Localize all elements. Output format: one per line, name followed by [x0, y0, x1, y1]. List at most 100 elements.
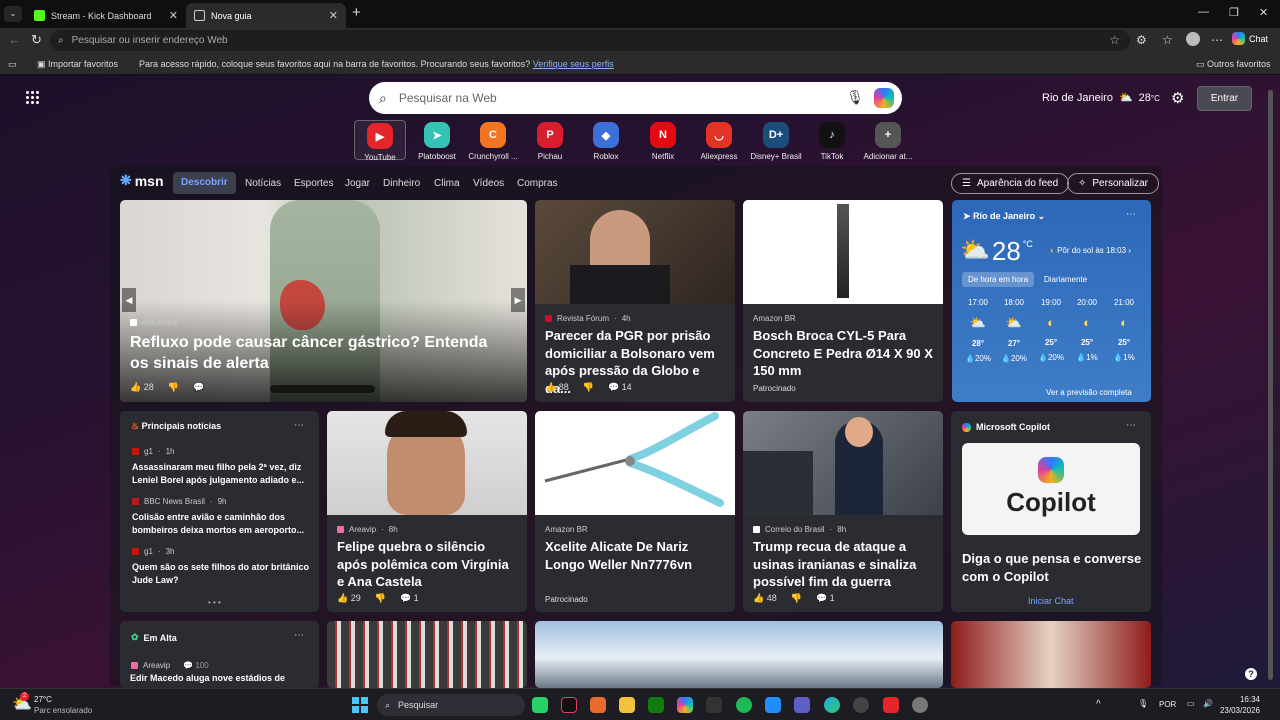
- tab-videos[interactable]: Vídeos: [473, 178, 504, 189]
- refresh-button[interactable]: ↻: [31, 32, 42, 48]
- app-icon[interactable]: [706, 697, 722, 713]
- tab-hourly[interactable]: De hora em hora: [962, 272, 1034, 287]
- copilot-more-icon[interactable]: ⋯: [1126, 420, 1136, 431]
- personalize-button[interactable]: ✧ Personalizar: [1067, 173, 1159, 194]
- close-tab-icon[interactable]: ✕: [329, 9, 338, 22]
- network-icon[interactable]: ▭: [1187, 699, 1195, 708]
- tab-daily[interactable]: Diariamente: [1044, 275, 1087, 284]
- start-chat-link[interactable]: Iniciar Chat: [1028, 596, 1074, 606]
- tab-descobrir[interactable]: Descobrir: [173, 172, 236, 194]
- clock-date[interactable]: 23/03/2026: [1212, 706, 1260, 715]
- back-button[interactable]: ←: [8, 32, 21, 47]
- favorites-icon[interactable]: ☆: [1162, 33, 1173, 47]
- tray-overflow-icon[interactable]: ^: [1096, 699, 1101, 710]
- address-bar[interactable]: ⌕ Pesquisar ou inserir endereço Web ☆: [50, 30, 1130, 51]
- like-button[interactable]: 👍 28: [130, 382, 154, 393]
- sponsored-card-bosch[interactable]: Amazon BR Bosch Broca CYL-5 Para Concret…: [743, 200, 943, 402]
- article-headline[interactable]: Bosch Broca CYL-5 Para Concreto E Pedra …: [753, 327, 935, 380]
- profile-avatar[interactable]: [1186, 32, 1200, 46]
- list-item[interactable]: g1 · 1h Assassinaram meu filho pela 2ª vez…: [132, 447, 312, 487]
- tab-compras[interactable]: Compras: [517, 178, 558, 189]
- news-card-pgr[interactable]: Revista Fórum · 4h Parecer da PGR por pr…: [535, 200, 735, 402]
- tab-jogar[interactable]: Jogar: [345, 178, 370, 189]
- hourly-forecast[interactable]: 20:00 ◐ 25° 💧1%: [1072, 298, 1102, 362]
- trending-headline[interactable]: Edir Macedo aluga nove estádios de: [130, 673, 310, 683]
- quick-link-adicionar-at[interactable]: + Adicionar at...: [862, 120, 914, 161]
- quick-link-pichau[interactable]: P Pichau: [524, 120, 576, 161]
- import-favorites-button[interactable]: ▣ Importar favoritos: [37, 59, 118, 70]
- sunset-info[interactable]: ◐ Pôr do sol às 18:03 ›: [1050, 246, 1131, 255]
- favorite-star-icon[interactable]: ☆: [1109, 33, 1120, 47]
- quick-link-platoboost[interactable]: ➤ Platoboost: [411, 120, 463, 161]
- like-button[interactable]: 👍 88: [545, 382, 569, 393]
- clock-time[interactable]: 16:34: [1224, 695, 1260, 704]
- dislike-button[interactable]: 👎: [583, 382, 594, 393]
- app-icon[interactable]: [853, 697, 869, 713]
- dislike-button[interactable]: 👎: [375, 593, 386, 604]
- settings-gear-icon[interactable]: ⚙: [1171, 89, 1184, 107]
- comment-button[interactable]: 💬 14: [608, 382, 632, 393]
- hero-card[interactable]: ◀ ▶ Alto Astral Refluxo pode causar cânc…: [120, 200, 527, 402]
- full-forecast-link[interactable]: Ver a previsão completa: [1046, 388, 1132, 397]
- copilot-banner[interactable]: Copilot: [962, 443, 1140, 535]
- image-card[interactable]: [327, 621, 527, 688]
- comment-button[interactable]: 💬 1: [816, 593, 835, 604]
- pagination-dots[interactable]: • • •: [208, 598, 221, 607]
- microphone-icon[interactable]: 🎙: [846, 89, 864, 106]
- news-card-felipe[interactable]: Areavip · 8h Felipe quebra o silêncio apó…: [327, 411, 527, 612]
- quick-link-aliexpress[interactable]: ◡ Aliexpress: [693, 120, 745, 161]
- image-card[interactable]: [535, 621, 943, 688]
- tab-noticias[interactable]: Notícias: [245, 178, 281, 189]
- weather-summary[interactable]: Rio de Janeiro ⛅ 28°C: [1042, 91, 1160, 105]
- list-item[interactable]: BBC News Brasil · 9h Colisão entre avião e…: [132, 497, 312, 537]
- hourly-forecast[interactable]: 17:00 ⛅ 28° 💧20%: [963, 298, 993, 363]
- youtube-icon[interactable]: [883, 697, 899, 713]
- file-explorer-icon[interactable]: [619, 697, 635, 713]
- carousel-dots[interactable]: [270, 385, 375, 393]
- web-search-box[interactable]: ⌕ Pesquisar na Web 🎙: [369, 82, 902, 114]
- spotify-icon[interactable]: [736, 697, 752, 713]
- news-card-trump[interactable]: Correio do Brasil · 8h Trump recua de ata…: [743, 411, 943, 612]
- microphone-icon[interactable]: 🎙: [1138, 699, 1148, 708]
- taskbar-weather-temp[interactable]: 27°C: [34, 695, 52, 704]
- chat-button[interactable]: Chat: [1232, 32, 1268, 45]
- image-card[interactable]: [951, 621, 1151, 688]
- quick-link-youtube[interactable]: ▶ YouTube: [354, 120, 406, 162]
- quick-link-netflix[interactable]: N Netflix: [637, 120, 689, 161]
- dislike-button[interactable]: 👎: [168, 382, 179, 393]
- other-favorites-button[interactable]: ▭ Outros favoritos: [1196, 59, 1271, 70]
- hourly-forecast[interactable]: 21:00 ◐ 25° 💧1%: [1109, 298, 1139, 362]
- xbox-icon[interactable]: [648, 697, 664, 713]
- like-button[interactable]: 👍 48: [753, 593, 777, 604]
- page-scrollbar[interactable]: [1268, 90, 1273, 680]
- edge-icon[interactable]: [824, 697, 840, 713]
- carousel-next-button[interactable]: ▶: [511, 288, 525, 312]
- quick-link-roblox[interactable]: ◆ Roblox: [580, 120, 632, 161]
- extensions-icon[interactable]: ⚙: [1136, 33, 1147, 47]
- taskbar-search[interactable]: ⌕ Pesquisar: [377, 694, 525, 716]
- article-headline[interactable]: Felipe quebra o silêncio após polêmica c…: [337, 538, 519, 591]
- apps-launcher-icon[interactable]: [26, 91, 39, 104]
- tab-dinheiro[interactable]: Dinheiro: [383, 178, 420, 189]
- teams-icon[interactable]: [794, 697, 810, 713]
- help-icon[interactable]: ?: [1245, 668, 1257, 680]
- close-window-button[interactable]: ✕: [1259, 6, 1268, 19]
- like-button[interactable]: 👍 29: [337, 593, 361, 604]
- hourly-forecast[interactable]: 19:00 ◐ 25° 💧20%: [1036, 298, 1066, 362]
- tab-esportes[interactable]: Esportes: [294, 178, 333, 189]
- comment-button[interactable]: 💬 1: [400, 593, 419, 604]
- start-button[interactable]: [352, 697, 368, 713]
- hourly-forecast[interactable]: 18:00 ⛅ 27° 💧20%: [999, 298, 1029, 363]
- language-indicator[interactable]: POR: [1159, 700, 1176, 709]
- settings-icon[interactable]: [912, 697, 928, 713]
- tab-kick-dashboard[interactable]: Stream - Kick Dashboard ✕: [26, 3, 186, 28]
- more-menu-icon[interactable]: ⋯: [1211, 33, 1223, 47]
- weather-card-location[interactable]: ➤ Rio de Janeiro ⌄: [963, 211, 1045, 222]
- tiktok-icon[interactable]: [561, 697, 577, 713]
- tab-clima[interactable]: Clima: [434, 178, 460, 189]
- top-news-more-icon[interactable]: ⋯: [294, 420, 304, 431]
- article-headline[interactable]: Trump recua de ataque a usinas iranianas…: [753, 538, 935, 591]
- feed-appearance-button[interactable]: ☰ Aparência do feed: [951, 173, 1070, 194]
- copilot-icon[interactable]: [677, 697, 693, 713]
- quick-link-crunchyroll[interactable]: C Crunchyroll ...: [467, 120, 519, 161]
